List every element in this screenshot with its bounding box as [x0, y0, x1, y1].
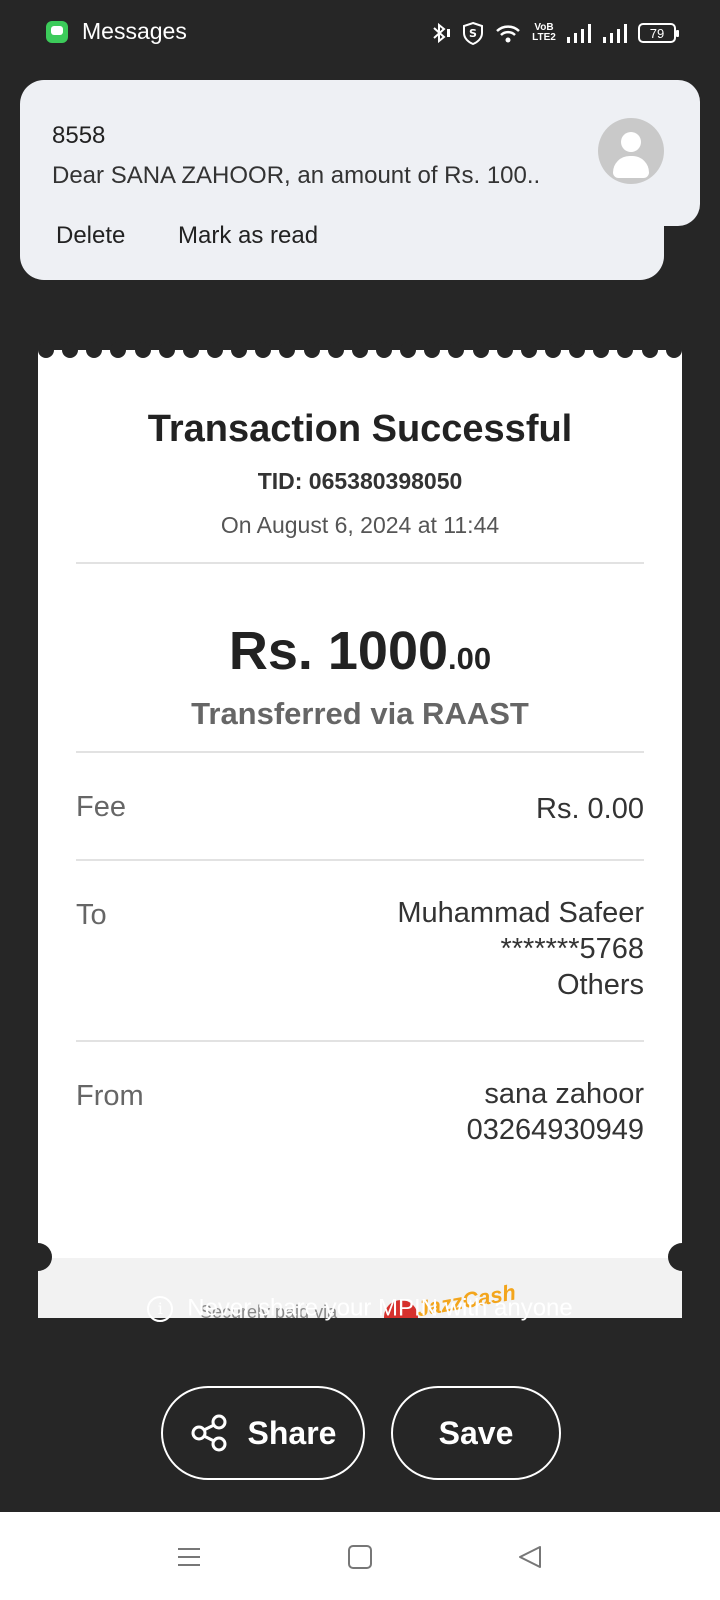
battery-icon: 79 [638, 23, 679, 43]
volte-icon: VoB LTE2 [532, 21, 556, 45]
divider [76, 859, 644, 861]
mpin-warning: i Never share your MPIN with anyone [0, 1294, 720, 1323]
signal-icon-1 [566, 21, 592, 45]
status-app-name: Messages [82, 18, 187, 44]
home-square-icon[interactable] [343, 1540, 377, 1574]
divider [76, 751, 644, 753]
receipt-title: Transaction Successful [147, 408, 573, 450]
wifi-icon [494, 21, 522, 45]
receipt-scalloped-edge [38, 342, 682, 360]
share-icon [191, 1414, 227, 1452]
status-bar: Messages S VoB LTE2 79 [0, 0, 720, 64]
receipt-notch-right [668, 1243, 696, 1271]
recipient-name: Muhammad Safeer [397, 897, 644, 929]
transfer-method: Transferred via RAAST [191, 696, 529, 731]
message-notification[interactable]: 8558 Dear SANA ZAHOOR, an amount of Rs. … [20, 80, 664, 280]
save-button[interactable]: Save [391, 1386, 561, 1480]
share-button[interactable]: Share [161, 1386, 365, 1480]
to-details: Muhammad Safeer *******5768 Others [397, 895, 644, 1003]
mark-as-read-button[interactable]: Mark as read [178, 222, 318, 250]
sender-number: 03264930949 [466, 1114, 644, 1146]
svg-text:S: S [469, 27, 477, 40]
avatar-icon [598, 118, 664, 184]
signal-icon-2 [602, 21, 628, 45]
share-label: Share [247, 1414, 337, 1451]
from-details: sana zahoor 03264930949 [467, 1076, 644, 1148]
messages-icon [46, 21, 68, 43]
delete-button[interactable]: Delete [56, 222, 125, 250]
from-label: From [76, 1080, 144, 1112]
transaction-id: TID: 065380398050 [257, 468, 463, 494]
notification-body: Dear SANA ZAHOOR, an amount of Rs. 100.. [52, 162, 541, 189]
transaction-amount: Rs. 1000.00 [38, 620, 682, 682]
to-label: To [76, 899, 107, 931]
fee-label: Fee [76, 791, 126, 823]
receipt-notch-left [24, 1243, 52, 1271]
shield-icon: S [462, 21, 484, 45]
notification-sender: 8558 [52, 122, 106, 149]
save-label: Save [438, 1414, 514, 1451]
menu-icon[interactable] [172, 1540, 206, 1574]
transaction-receipt: Transaction Successful TID: 065380398050… [38, 350, 682, 1318]
recipient-account: *******5768 [500, 933, 644, 965]
sender-name: sana zahoor [484, 1078, 644, 1110]
amount-main: Rs. 1000 [228, 621, 449, 681]
bluetooth-icon [430, 21, 452, 45]
system-nav-bar [0, 1512, 720, 1600]
recipient-bank: Others [556, 969, 644, 1001]
warning-text: Never share your MPIN with anyone [187, 1294, 573, 1322]
status-icons: S VoB LTE2 79 [430, 20, 679, 46]
info-icon: i [147, 1295, 174, 1322]
back-triangle-icon[interactable] [513, 1540, 547, 1574]
amount-decimal: .00 [448, 641, 492, 676]
transaction-date: On August 6, 2024 at 11:44 [220, 512, 500, 538]
divider [76, 1040, 644, 1042]
volte-line2: LTE2 [532, 32, 556, 43]
battery-level: 79 [649, 25, 665, 41]
fee-value: Rs. 0.00 [536, 793, 644, 825]
divider [76, 562, 644, 564]
